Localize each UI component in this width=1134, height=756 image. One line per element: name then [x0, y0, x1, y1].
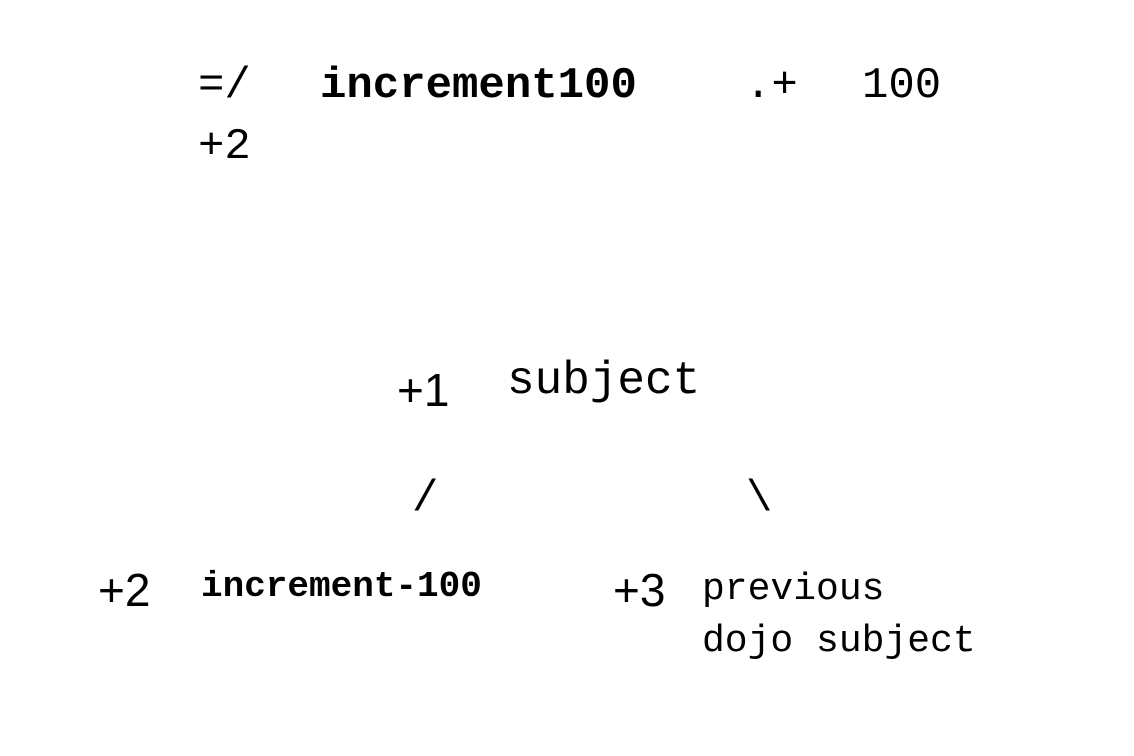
code-operator: =/: [198, 61, 251, 111]
code-axis: +2: [198, 122, 251, 172]
root-axis-label: +1: [397, 364, 450, 416]
left-node-increment: increment-100: [201, 566, 482, 607]
right-node-line-2: dojo subject: [702, 620, 976, 663]
left-axis-label: +2: [98, 564, 151, 616]
right-axis-label: +3: [613, 564, 666, 616]
right-branch: \: [746, 474, 773, 524]
root-node-subject: subject: [507, 355, 701, 407]
left-branch: /: [412, 474, 439, 524]
code-value: 100: [862, 61, 942, 111]
code-increment: .+: [745, 61, 798, 111]
right-node-line-1: previous: [702, 568, 885, 611]
code-name: increment100: [320, 61, 637, 111]
